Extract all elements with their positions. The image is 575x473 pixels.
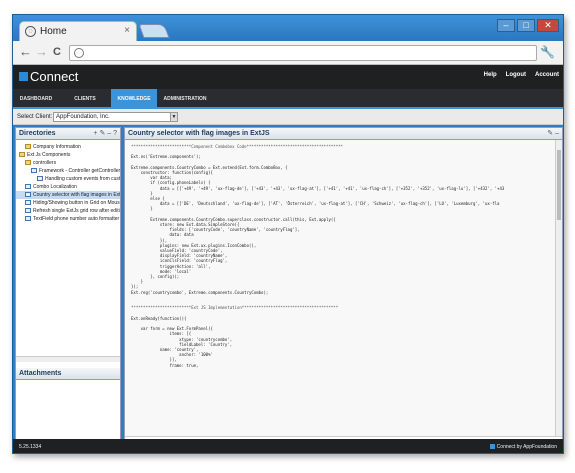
tree-item-label: TextField phone number auto formatter — [33, 216, 120, 222]
header-links: Help Logout Account — [484, 72, 559, 78]
minimize-button[interactable]: – — [497, 19, 515, 32]
logo-square-icon — [19, 72, 28, 81]
directories-title: Directories — [19, 130, 56, 137]
document-icon — [25, 200, 31, 206]
tree-item-label: Framework - Controller getController — [39, 168, 120, 174]
forward-button[interactable]: → — [35, 45, 48, 59]
chevron-down-icon[interactable]: ▼ — [170, 113, 177, 121]
back-button[interactable]: ← — [19, 45, 32, 59]
article-panel: Country selector with flag images in Ext… — [124, 127, 563, 449]
footer-brand: Connect by AppFoundation — [489, 444, 557, 450]
folder-icon — [19, 152, 25, 158]
tree-item-label: Combo Localization — [33, 184, 77, 190]
scroll-thumb[interactable] — [557, 150, 561, 220]
tree-item[interactable]: Hiding/Showing button in Grid on MouseO — [16, 199, 120, 207]
maximize-button[interactable]: □ — [517, 19, 535, 32]
client-select-value: AppFoundation, Inc. — [56, 114, 110, 120]
browser-window: ◌ Home × – □ ✕ ← → C 🔧 Connect Help Logo… — [12, 14, 564, 454]
attachments-title: Attachments — [19, 370, 62, 377]
article-tools[interactable]: ✎ – — [547, 129, 559, 137]
tree-item[interactable]: Framework - Controller getController — [16, 167, 120, 175]
directories-tools[interactable]: + ✎ – ? — [93, 129, 117, 137]
globe-icon: ◌ — [25, 26, 36, 37]
document-icon — [25, 192, 31, 198]
tree-item-label: Hiding/Showing button in Grid on MouseO — [33, 200, 120, 206]
nav-knowledge[interactable]: KNOWLEDGE — [111, 89, 157, 109]
tree-item-label: Ext Js Components — [27, 152, 71, 158]
tree-item[interactable]: Refresh single ExtJs grid row after edit… — [16, 207, 120, 215]
page-icon — [74, 48, 84, 58]
close-window-button[interactable]: ✕ — [537, 19, 559, 32]
vertical-scrollbar[interactable] — [555, 140, 562, 438]
document-icon — [25, 216, 31, 222]
tree-item-label: Company Information — [33, 144, 81, 150]
tree-item[interactable]: Handling custom events from custom c — [16, 175, 120, 183]
tab-title: Home — [40, 26, 67, 37]
browser-toolbar: ← → C 🔧 — [13, 41, 563, 65]
app-header: Connect Help Logout Account — [13, 65, 563, 89]
attachments-panel: Attachments — [16, 368, 120, 380]
wrench-icon[interactable]: 🔧 — [540, 45, 555, 59]
directory-tree: Company Information Ext Js Components cont… — [16, 140, 120, 223]
new-tab-button[interactable] — [138, 24, 170, 38]
reload-button[interactable]: C — [53, 45, 61, 59]
left-panel: Directories + ✎ – ? Company Information E… — [15, 127, 121, 449]
tree-item[interactable]: controllers — [16, 159, 120, 167]
logo-text: Connect — [30, 69, 79, 84]
tree-item[interactable]: Company Information — [16, 143, 120, 151]
tree-item-label: Country selector with flag images in Ext… — [33, 192, 120, 198]
logout-link[interactable]: Logout — [506, 72, 526, 78]
app-logo[interactable]: Connect — [19, 69, 78, 84]
tree-item[interactable]: TextField phone number auto formatter — [16, 215, 120, 223]
folder-icon — [25, 144, 31, 150]
help-link[interactable]: Help — [484, 72, 497, 78]
code-line: frame: true, — [131, 362, 199, 368]
tree-item-label: controllers — [33, 160, 57, 166]
tab-close-icon[interactable]: × — [124, 25, 130, 36]
nav-dashboard[interactable]: DASHBOARD — [13, 89, 59, 109]
browser-tab-home[interactable]: ◌ Home × — [19, 21, 137, 42]
folder-icon — [25, 160, 31, 166]
address-bar[interactable] — [69, 45, 537, 61]
client-select[interactable]: AppFoundation, Inc. ▼ — [53, 112, 178, 122]
tree-item[interactable]: Ext Js Components — [16, 151, 120, 159]
app-nav: DASHBOARD CLIENTS KNOWLEDGE ADMINISTRATI… — [13, 89, 563, 109]
tree-item-label: Handling custom events from custom c — [45, 176, 120, 182]
tree-item-label: Refresh single ExtJs grid row after edit… — [33, 208, 120, 214]
version-text: 5.25.1334 — [19, 444, 42, 450]
article-header: Country selector with flag images in Ext… — [125, 128, 562, 140]
client-select-label: Select Client: — [17, 114, 53, 120]
window-controls: – □ ✕ — [497, 19, 559, 32]
client-select-bar: Select Client: AppFoundation, Inc. ▼ — [13, 109, 563, 125]
code-content: *************************Component Combo… — [125, 140, 557, 438]
horizontal-scrollbar[interactable] — [16, 356, 120, 362]
document-icon — [25, 184, 31, 190]
document-icon — [25, 208, 31, 214]
attachments-header: Attachments — [16, 368, 120, 380]
browser-tab-strip: ◌ Home × – □ ✕ — [13, 15, 563, 42]
footer-brand-text: Connect by AppFoundation — [496, 444, 557, 450]
nav-administration[interactable]: ADMINISTRATION — [157, 89, 213, 109]
tree-item[interactable]: Country selector with flag images in Ext… — [16, 191, 120, 199]
account-link[interactable]: Account — [535, 72, 559, 78]
tree-item[interactable]: Combo Localization — [16, 183, 120, 191]
code-line: data = [['+49', '+49', 'ux-flag-de'], ['… — [131, 185, 505, 191]
directories-header: Directories + ✎ – ? — [16, 128, 120, 140]
nav-clients[interactable]: CLIENTS — [59, 89, 111, 109]
article-title: Country selector with flag images in Ext… — [128, 130, 270, 137]
brand-square-icon — [489, 444, 495, 450]
document-icon — [31, 168, 37, 174]
app-footer: 5.25.1334 Connect by AppFoundation — [13, 439, 563, 453]
code-line: data = [['DE', 'Deutschland', 'ux-flag-d… — [131, 201, 500, 207]
document-icon — [37, 176, 43, 182]
